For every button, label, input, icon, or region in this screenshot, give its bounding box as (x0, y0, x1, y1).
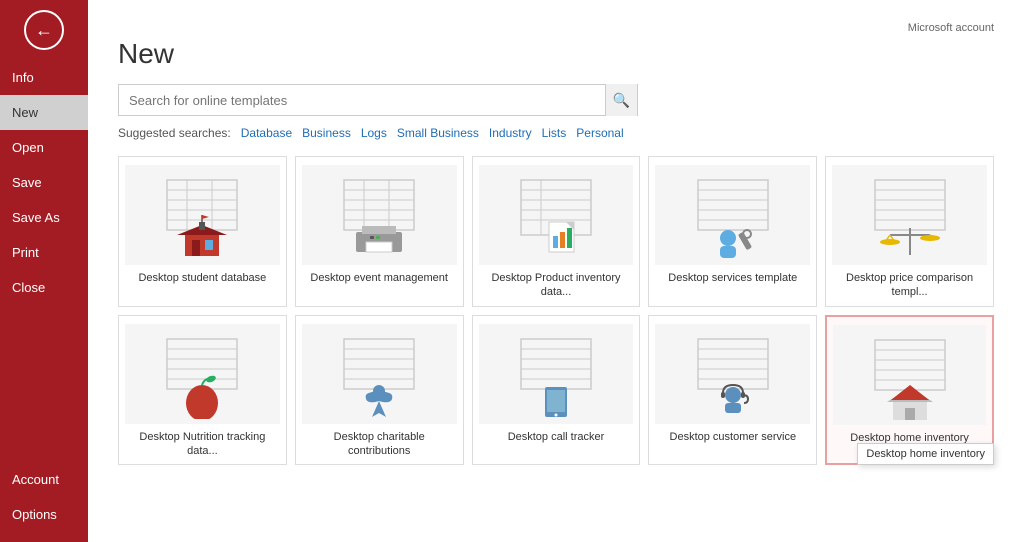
tooltip-home-inv: Desktop home inventory (857, 443, 994, 465)
template-label-nutrition: Desktop Nutrition tracking data... (125, 430, 280, 459)
sidebar-item-print[interactable]: Print (0, 235, 88, 270)
template-charitable[interactable]: Desktop charitable contributions (295, 315, 464, 466)
template-icon-home-inv (833, 325, 986, 425)
template-label-customer-service: Desktop customer service (670, 430, 797, 444)
template-label-call-tracker: Desktop call tracker (508, 430, 605, 444)
template-icon-product-inv (479, 165, 634, 265)
template-label-student-db: Desktop student database (138, 271, 266, 285)
suggested-industry[interactable]: Industry (489, 126, 532, 140)
template-product-inv[interactable]: Desktop Product inventory data... (472, 156, 641, 307)
page-title: New (118, 38, 994, 70)
sidebar: ← Info New Open Save Save As Print Close… (0, 0, 88, 542)
sidebar-bottom: Account Options (0, 462, 88, 542)
suggested-lists[interactable]: Lists (542, 126, 567, 140)
suggested-personal[interactable]: Personal (576, 126, 623, 140)
main-content: Microsoft account New 🔍 Suggested search… (88, 0, 1024, 542)
template-student-db[interactable]: Desktop student database (118, 156, 287, 307)
search-input[interactable] (119, 93, 605, 108)
sidebar-item-info[interactable]: Info (0, 60, 88, 95)
top-bar: Microsoft account (118, 20, 994, 36)
sidebar-item-open[interactable]: Open (0, 130, 88, 165)
search-bar: 🔍 (118, 84, 638, 116)
template-services[interactable]: Desktop services template (648, 156, 817, 307)
ms-account-label: Microsoft account (908, 22, 994, 34)
template-icon-call-tracker (479, 324, 634, 424)
template-price-compare[interactable]: Desktop price comparison templ... (825, 156, 994, 307)
suggested-database[interactable]: Database (241, 126, 292, 140)
sidebar-nav: Info New Open Save Save As Print Close A… (0, 60, 88, 542)
suggested-label: Suggested searches: (118, 126, 231, 140)
template-icon-price-compare (832, 165, 987, 265)
suggested-small-business[interactable]: Small Business (397, 126, 479, 140)
sidebar-item-new[interactable]: New (0, 95, 88, 130)
template-icon-student-db (125, 165, 280, 265)
sidebar-item-close[interactable]: Close (0, 270, 88, 305)
search-button[interactable]: 🔍 (605, 84, 637, 116)
template-icon-services (655, 165, 810, 265)
template-label-event-mgmt: Desktop event management (310, 271, 448, 285)
template-icon-customer-service (655, 324, 810, 424)
sidebar-item-options[interactable]: Options (0, 497, 88, 532)
template-icon-event-mgmt (302, 165, 457, 265)
template-customer-service[interactable]: Desktop customer service (648, 315, 817, 466)
back-button[interactable]: ← (24, 10, 64, 50)
template-label-services: Desktop services template (668, 271, 797, 285)
template-label-charitable: Desktop charitable contributions (302, 430, 457, 459)
template-icon-nutrition (125, 324, 280, 424)
suggested-searches: Suggested searches: Database Business Lo… (118, 126, 994, 140)
suggested-business[interactable]: Business (302, 126, 351, 140)
templates-grid: Desktop student database (118, 156, 994, 465)
template-call-tracker[interactable]: Desktop call tracker (472, 315, 641, 466)
sidebar-item-save-as[interactable]: Save As (0, 200, 88, 235)
template-label-price-compare: Desktop price comparison templ... (832, 271, 987, 300)
template-nutrition[interactable]: Desktop Nutrition tracking data... (118, 315, 287, 466)
sidebar-item-account[interactable]: Account (0, 462, 88, 497)
template-icon-charitable (302, 324, 457, 424)
template-event-mgmt[interactable]: Desktop event management (295, 156, 464, 307)
template-label-product-inv: Desktop Product inventory data... (479, 271, 634, 300)
sidebar-item-save[interactable]: Save (0, 165, 88, 200)
template-home-inv[interactable]: Desktop home inventory Desktop home inve… (825, 315, 994, 466)
suggested-logs[interactable]: Logs (361, 126, 387, 140)
